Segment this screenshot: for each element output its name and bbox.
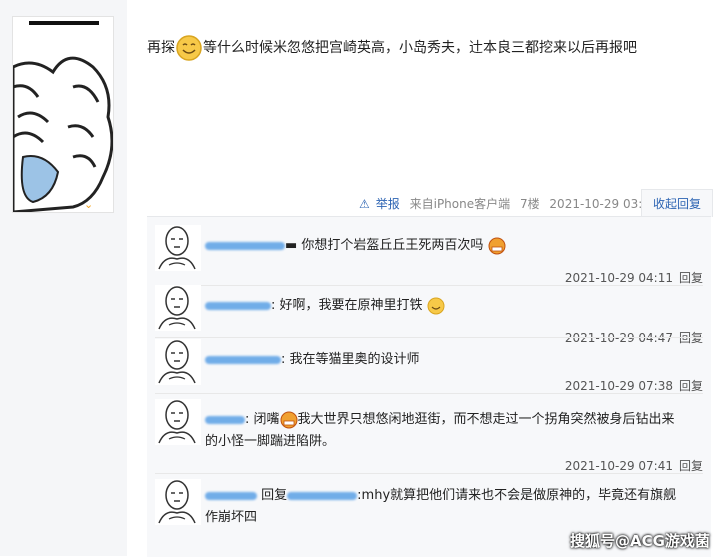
reply-content: : 闭嘴 我大世界只想悠闲地逛街，而不想走过一个拐角突然被身后钻出来 的小怪一脚踹… [205,409,705,453]
avatar[interactable] [155,285,201,331]
divider [155,337,703,338]
reply-button[interactable]: 回复 [679,271,703,285]
collapse-replies-button[interactable]: 收起回复 [641,189,713,217]
reply-list: ▬ 你想打个岩盔丘丘王死两百次吗 2021-10-29 04:11 回复 : 好啊… [147,216,711,557]
smile-emoji-icon [427,297,445,314]
reply-text-continued: 作崩坏四 [205,510,258,525]
reply-content: : 我在等猫里奥的设计师 [205,349,705,371]
reply-text: 你想打个岩盔丘丘王死两百次吗 [301,238,484,253]
post-meta: ⚠ 举报 来自iPhone客户端 7楼 2021-10-29 03:09 [359,195,664,212]
warning-icon[interactable]: ⚠ [359,197,370,211]
reply-time: 2021-10-29 04:11 [564,271,673,285]
reply-button[interactable]: 回复 [679,331,703,345]
reply-prefix: 回复 [261,488,288,503]
reply-meta: 2021-10-29 07:38 回复 [565,377,703,394]
divider [155,393,703,394]
redacted-username[interactable] [205,355,281,364]
redacted-username[interactable] [287,491,358,500]
divider [155,285,703,286]
reply-button[interactable]: 回复 [679,379,703,393]
angry-emoji-icon [488,237,506,254]
user-sidebar: ⌄ [0,0,127,556]
avatar-top-bar [29,21,99,25]
avatar[interactable] [155,339,201,385]
reply-time: 2021-10-29 04:47 [564,331,673,345]
report-link[interactable]: 举报 [376,197,400,211]
avatar-drawing [13,56,113,212]
redacted-username[interactable] [205,241,285,250]
reply-text: 我大世界只想悠闲地逛街，而不想走过一个拐角突然被身后钻出来 [297,412,675,427]
avatar[interactable] [155,225,201,271]
post-text-after: 等什么时候米忽悠把宫崎英高，小岛秀夫，辻本良三都挖来以后再报吧 [203,40,637,56]
redacted-username[interactable] [205,491,257,500]
reply-content: 回复 :mhy就算把他们请来也不会是做原神的，毕竟还有旗舰 作崩坏四 [205,485,705,529]
reply-meta: 2021-10-29 04:11 回复 [565,269,703,286]
avatar[interactable] [155,399,201,445]
reply-text: 我在等猫里奥的设计师 [289,352,420,367]
redacted-username[interactable] [205,415,245,424]
avatar[interactable] [155,479,201,525]
reply-text: :mhy就算把他们请来也不会是做原神的，毕竟还有旗舰 [357,488,677,503]
reply-meta: 2021-10-29 07:41 回复 [565,457,703,474]
reply-content: ▬ 你想打个岩盔丘丘王死两百次吗 [205,235,705,257]
reply-time: 2021-10-29 07:38 [564,379,673,393]
angry-emoji-icon [280,411,298,428]
smile-emoji-icon [176,35,202,61]
reply-time: 2021-10-29 07:41 [564,459,673,473]
watermark: 搜狐号@ACG游戏菌 [570,532,710,550]
reply-text-continued: 的小怪一脚踹进陷阱。 [205,434,336,449]
chevron-down-icon[interactable]: ⌄ [84,198,93,211]
reply-content: : 好啊，我要在原神里打铁 [205,295,705,317]
reply-prefix: : 闭嘴 [245,412,280,427]
floor-number: 7楼 [519,197,540,211]
divider [155,473,703,474]
user-avatar[interactable] [12,16,114,213]
post-text-before: 再探 [147,40,175,56]
client-source: 来自iPhone客户端 [409,197,511,211]
reply-button[interactable]: 回复 [679,459,703,473]
redacted-username[interactable] [205,301,271,310]
post-content: 再探 等什么时候米忽悠把宫崎英高，小岛秀夫，辻本良三都挖来以后再报吧 [147,34,637,62]
reply-text: 好啊，我要在原神里打铁 [279,298,423,313]
